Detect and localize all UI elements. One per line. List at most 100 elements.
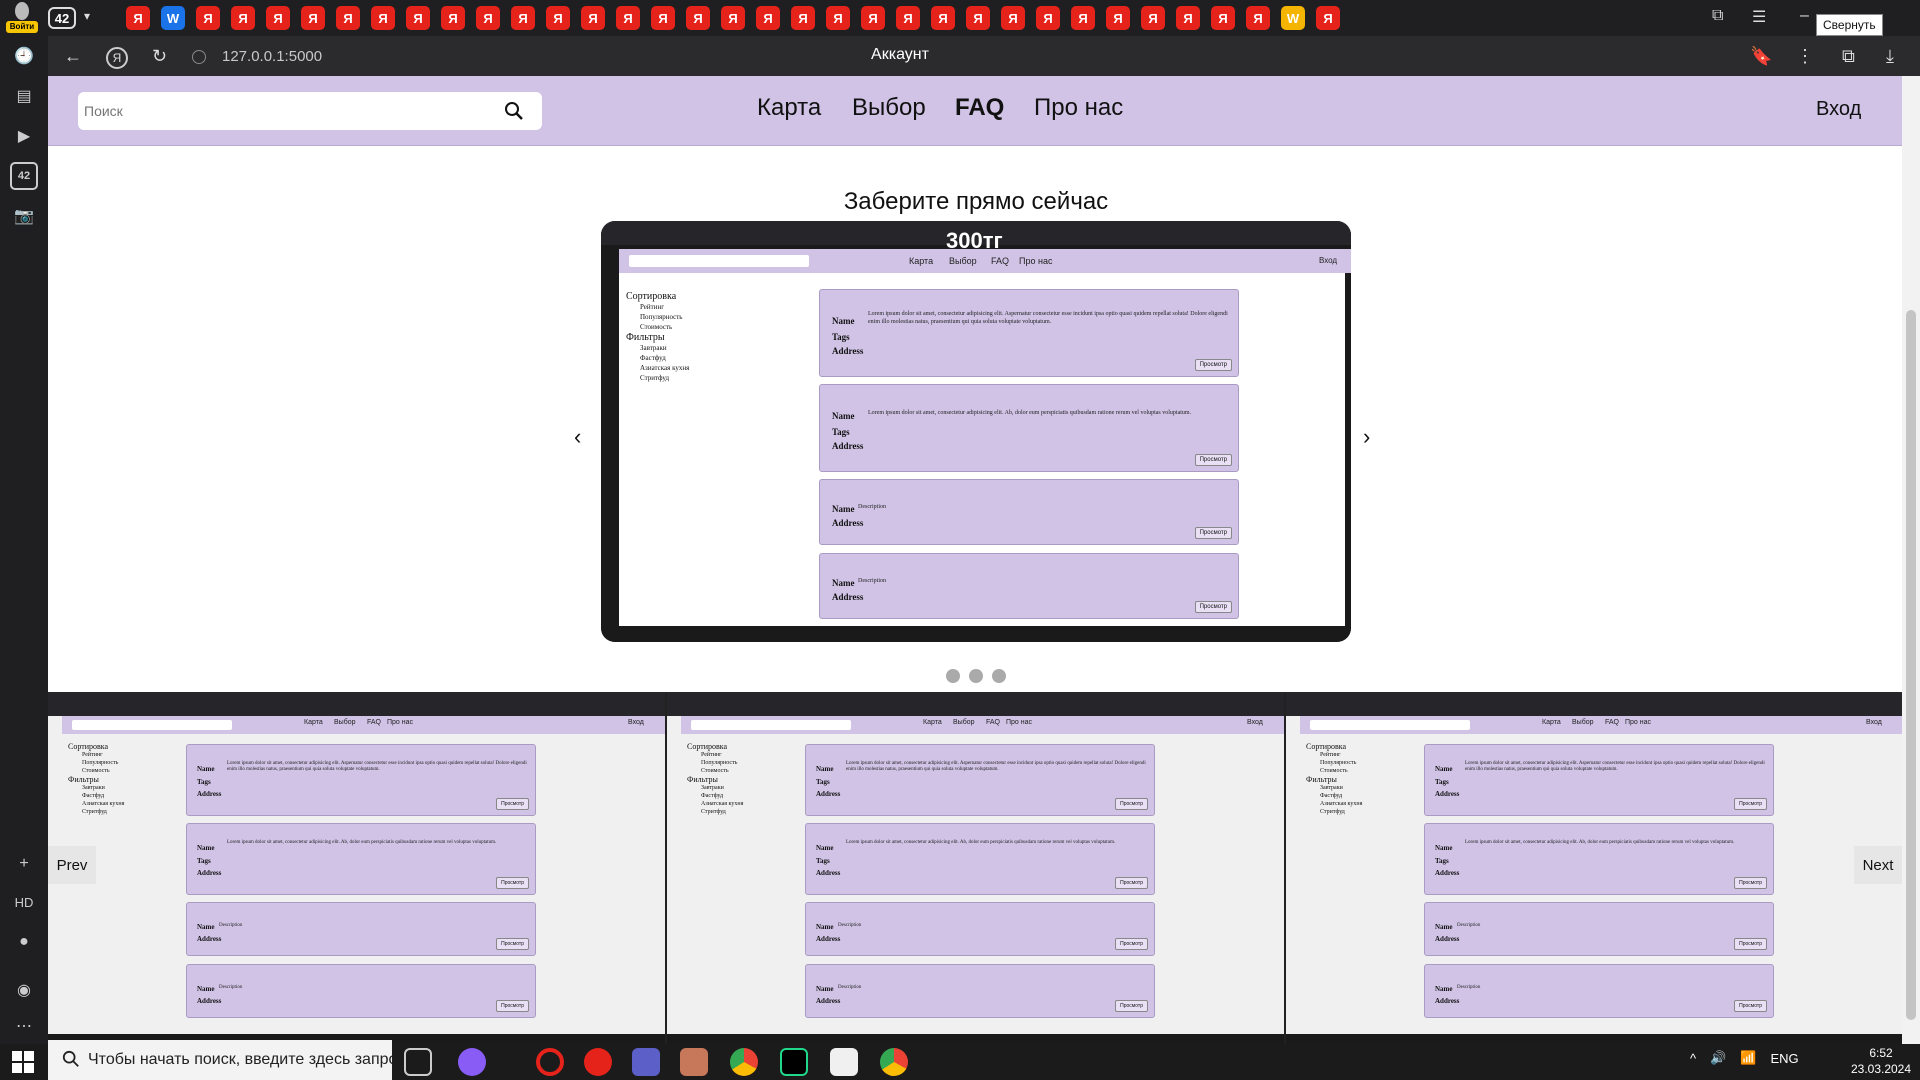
browser-tab[interactable]: Я [1106, 6, 1130, 30]
browser-tab[interactable]: Я [896, 6, 920, 30]
tab-count-sidebar[interactable]: 42 [10, 162, 38, 190]
nav-about[interactable]: Про нас [1034, 94, 1123, 122]
scrollbar-thumb[interactable] [1906, 310, 1916, 1020]
menu-icon[interactable]: ☰ [1752, 7, 1766, 27]
speaker-icon[interactable]: 🔊 [1710, 1050, 1726, 1066]
browser-tab[interactable]: W [1281, 6, 1305, 30]
nav-choice[interactable]: Выбор [852, 94, 926, 122]
app-icon[interactable] [680, 1048, 708, 1076]
browser-tab[interactable]: Я [686, 6, 710, 30]
browser-tab[interactable]: Я [266, 6, 290, 30]
browser-tab[interactable]: Я [791, 6, 815, 30]
browser-tab[interactable]: Я [1211, 6, 1235, 30]
chrome-icon[interactable] [730, 1048, 758, 1076]
nav-faq[interactable]: FAQ [955, 94, 1004, 122]
browser-tab[interactable]: Я [651, 6, 675, 30]
browser-tab[interactable]: Я [511, 6, 535, 30]
search-icon[interactable] [504, 101, 524, 121]
browser-tab[interactable]: Я [1246, 6, 1270, 30]
browser-tab[interactable]: Я [336, 6, 360, 30]
video-icon[interactable]: ▶ [10, 122, 38, 150]
browser-tab[interactable]: Я [441, 6, 465, 30]
card-tags: Tags [816, 778, 830, 786]
browser-tab[interactable]: W [161, 6, 185, 30]
browser-tab[interactable]: Я [1001, 6, 1025, 30]
history-icon[interactable]: 🕘 [10, 42, 38, 70]
browser-tab[interactable]: Я [931, 6, 955, 30]
browser-tab[interactable]: Я [301, 6, 325, 30]
browser-tab[interactable]: Я [196, 6, 220, 30]
more-dots-icon[interactable]: ⋯ [10, 1012, 38, 1040]
yandex-browser-icon[interactable] [584, 1048, 612, 1076]
mini-card: Name Lorem ipsum dolor sit amet, consecte… [186, 823, 536, 895]
card-name: Name [816, 923, 834, 931]
browser-tab[interactable]: Я [476, 6, 500, 30]
login-link[interactable]: Вход [1816, 98, 1861, 121]
chevron-down-icon[interactable]: ▾ [84, 9, 90, 23]
card-description: Description [219, 923, 243, 928]
browser-tab[interactable]: Я [966, 6, 990, 30]
extensions-icon[interactable]: ⧉ [1842, 46, 1855, 67]
browser-tab[interactable]: Я [826, 6, 850, 30]
file-icon[interactable] [830, 1048, 858, 1076]
mini-nav: Карта [304, 719, 323, 726]
back-icon[interactable]: ← [64, 46, 82, 67]
site-info-icon[interactable] [192, 50, 206, 64]
search-input[interactable] [78, 92, 478, 130]
hd-label[interactable]: HD [10, 888, 38, 916]
carousel-indicator[interactable] [946, 669, 960, 683]
reload-icon[interactable]: ↻ [152, 46, 167, 67]
collections-icon[interactable]: ▤ [10, 82, 38, 110]
bookmark-collections-icon[interactable]: ⧉ [1712, 7, 1723, 25]
browser-tab[interactable]: Я [126, 6, 150, 30]
taskbar-search[interactable]: Чтобы начать поиск, введите здесь запрос [48, 1040, 392, 1080]
card-address: Address [1435, 869, 1460, 877]
profile-avatar[interactable]: Войти [6, 2, 38, 34]
browser-tab[interactable]: Я [231, 6, 255, 30]
browser-tab[interactable]: Я [406, 6, 430, 30]
windows-start-icon[interactable] [12, 1051, 34, 1073]
bookmark-icon[interactable]: 🔖 [1750, 46, 1772, 67]
browser-tab[interactable]: Я [371, 6, 395, 30]
gallery-prev-button[interactable]: Prev [48, 846, 96, 884]
browser-tab[interactable]: Я [1071, 6, 1095, 30]
download-icon[interactable]: ⤓ [1886, 46, 1894, 67]
carousel-next-button[interactable]: › [1363, 424, 1370, 450]
user-icon [15, 2, 29, 20]
add-icon[interactable]: + [10, 850, 38, 878]
carousel-prev-button[interactable]: ‹ [574, 424, 581, 450]
mini-sidebar: Сортировка Рейтинг Популярность Стоимость Фи… [1306, 742, 1362, 816]
alice-icon[interactable]: ◉ [10, 976, 38, 1004]
wifi-icon[interactable]: 📶 [1740, 1050, 1756, 1066]
browser-tab[interactable]: Я [861, 6, 885, 30]
chevron-up-icon[interactable]: ^ [1690, 1051, 1696, 1066]
minimize-icon[interactable]: – [1800, 7, 1809, 25]
carousel-indicator[interactable] [992, 669, 1006, 683]
opera-icon[interactable] [536, 1048, 564, 1076]
chrome-dev-icon[interactable] [880, 1048, 908, 1076]
filter-item: Фастфуд [1320, 793, 1343, 799]
browser-tab[interactable]: Я [1141, 6, 1165, 30]
language-indicator[interactable]: ENG [1770, 1051, 1798, 1066]
more-icon[interactable]: ⋮ [1796, 46, 1814, 67]
tab-count-badge[interactable]: 42 [48, 7, 76, 29]
gallery-next-button[interactable]: Next [1854, 846, 1902, 884]
screenshot-icon[interactable]: 📷 [10, 202, 38, 230]
browser-tab[interactable]: Я [581, 6, 605, 30]
carousel-indicator[interactable] [969, 669, 983, 683]
task-view-icon[interactable] [404, 1048, 432, 1076]
browser-tab[interactable]: Я [546, 6, 570, 30]
nav-map[interactable]: Карта [757, 94, 821, 122]
pycharm-icon[interactable] [780, 1048, 808, 1076]
browser-tab[interactable]: Я [1036, 6, 1060, 30]
browser-tab[interactable]: Я [1176, 6, 1200, 30]
browser-tab[interactable]: Я [721, 6, 745, 30]
browser-tab[interactable]: Я [616, 6, 640, 30]
github-icon[interactable]: ● [10, 928, 38, 956]
browser-tab[interactable]: Я [1316, 6, 1340, 30]
browser-tab[interactable]: Я [756, 6, 780, 30]
clock[interactable]: 6:52 23.03.2024 [1846, 1045, 1916, 1077]
teams-icon[interactable] [632, 1048, 660, 1076]
yandex-logo-icon[interactable]: Я [106, 47, 128, 69]
alice-icon[interactable] [458, 1048, 486, 1076]
